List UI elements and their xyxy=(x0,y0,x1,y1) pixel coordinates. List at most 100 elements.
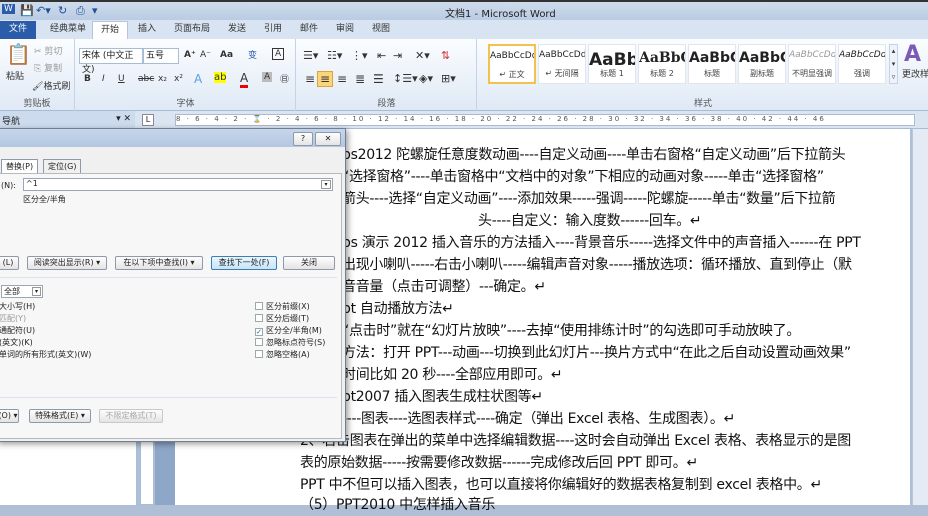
find-what-input[interactable]: ^1 ▾ xyxy=(23,178,333,191)
reading-highlight-button[interactable]: 阅读突出显示(R) ▾ xyxy=(27,256,107,270)
redo-icon[interactable]: ↻ xyxy=(58,4,67,17)
horizontal-ruler[interactable]: 8 · 6 · 4 · 2 · ⌛ · 2 · 4 · 6 · 8 · 10 ·… xyxy=(175,114,915,126)
chevron-down-icon[interactable]: ▾ xyxy=(32,287,41,296)
tab-stop-selector[interactable]: L xyxy=(142,114,154,126)
vertical-scrollbar[interactable] xyxy=(912,129,928,505)
change-styles-icon[interactable]: A xyxy=(904,42,921,67)
tab-page-layout[interactable]: 页面布局 xyxy=(166,21,218,39)
justify-icon[interactable]: ≣ xyxy=(355,72,365,86)
nav-close-icon[interactable]: ▾ ✕ xyxy=(116,114,131,124)
phonetic-guide-icon[interactable]: 变 xyxy=(248,48,257,61)
style-3[interactable]: AaBbC 标题 2 xyxy=(638,44,686,84)
customize-quick-access-icon[interactable]: ▾ xyxy=(92,4,98,17)
highlight-icon[interactable]: ab xyxy=(214,72,227,83)
find-next-button[interactable]: 查找下一处(F) xyxy=(211,256,277,270)
bold-button[interactable]: B xyxy=(84,74,91,84)
search-option-checkbox[interactable]: 区分前缀(X) xyxy=(255,301,310,312)
search-option-checkbox[interactable]: 忽略空格(A) xyxy=(255,349,310,360)
multilevel-list-icon[interactable]: ⋮▾ xyxy=(351,49,368,62)
borders-icon[interactable]: ⊞▾ xyxy=(441,72,456,85)
sort-icon[interactable]: ⇅ xyxy=(441,49,450,62)
style-4[interactable]: AaBbC 标题 xyxy=(688,44,736,84)
bullets-icon[interactable]: ☰▾ xyxy=(303,49,318,62)
font-size-select[interactable]: 五号 xyxy=(143,48,179,64)
find-history-dropdown-icon[interactable]: ▾ xyxy=(321,180,331,189)
style-5[interactable]: AaBbC 副标题 xyxy=(738,44,786,84)
dialog-close-button[interactable]: ✕ xyxy=(315,132,341,146)
search-option[interactable]: 匹配(Y) xyxy=(0,313,26,324)
style-0[interactable]: AaBbCcDd ↵ 正文 xyxy=(488,44,536,84)
align-center-icon[interactable]: ≡ xyxy=(317,71,334,87)
tab-goto[interactable]: 定位(G) xyxy=(43,159,82,173)
tab-file[interactable]: 文件 xyxy=(0,21,36,39)
checkbox[interactable] xyxy=(255,338,263,346)
grow-font-button[interactable]: A⁺ xyxy=(184,50,196,60)
style-6[interactable]: AaBbCcDd 不明显强调 xyxy=(788,44,836,84)
copy-button[interactable]: ⎘ 复制 xyxy=(34,61,62,74)
checkbox[interactable] xyxy=(255,350,263,358)
style-1[interactable]: AaBbCcDd ↵ 无间隔 xyxy=(538,44,586,84)
font-color-icon[interactable]: A xyxy=(240,71,249,88)
numbering-icon[interactable]: ☷▾ xyxy=(327,49,342,62)
font-name-select[interactable]: 宋体 (中文正文) xyxy=(79,48,143,75)
checkbox[interactable] xyxy=(255,314,263,322)
tab-references[interactable]: 引用 xyxy=(256,21,290,39)
search-option-checkbox[interactable]: ✓ 区分全/半角(M) xyxy=(255,325,322,336)
document-line: “选择窗格”----单击窗格中“文档中的对象”下相应的动画对象-----单击“选… xyxy=(342,169,824,185)
distributed-icon[interactable]: ☰ xyxy=(373,72,384,86)
special-button[interactable]: 特殊格式(E) ▾ xyxy=(29,409,91,423)
paste-button[interactable]: 粘贴 xyxy=(6,69,24,82)
style-2[interactable]: AaBb 标题 1 xyxy=(588,44,636,84)
enclose-characters-icon[interactable]: ㊐ xyxy=(280,72,289,85)
cut-button[interactable]: ✂ 剪切 xyxy=(34,44,62,57)
search-option[interactable]: (英文)(K) xyxy=(0,337,33,348)
dialog-title-bar[interactable]: ? ✕ xyxy=(0,129,345,147)
tab-view[interactable]: 视图 xyxy=(364,21,398,39)
search-option[interactable]: 大小写(H) xyxy=(0,301,35,312)
character-shading-icon[interactable]: A xyxy=(262,72,273,82)
find-in-button[interactable]: 在以下项中查找(I) ▾ xyxy=(115,256,203,270)
tab-send[interactable]: 发送 xyxy=(220,21,254,39)
tab-replace[interactable]: 替换(P) xyxy=(1,159,39,173)
tab-review[interactable]: 审阅 xyxy=(328,21,362,39)
search-direction-select[interactable]: 全部 ▾ xyxy=(1,285,43,298)
help-button[interactable]: ? xyxy=(293,132,313,146)
styles-scroll[interactable]: ▴ ▾ ▿ xyxy=(889,44,898,84)
close-button[interactable]: 关闭 xyxy=(283,256,335,270)
paste-icon[interactable]: 📋 xyxy=(6,42,31,66)
tab-home[interactable]: 开始 xyxy=(92,21,129,39)
checkbox[interactable] xyxy=(255,302,263,310)
undo-icon[interactable]: ↶▾ xyxy=(36,4,51,17)
align-left-icon[interactable]: ≡ xyxy=(305,72,315,86)
format-button[interactable]: (O) ▾ xyxy=(0,409,19,423)
tab-classic-menu[interactable]: 经典菜单 xyxy=(42,21,94,39)
change-styles-button[interactable]: 更改样式 xyxy=(902,67,928,80)
search-option[interactable]: 单词的所有形式(英文)(W) xyxy=(0,349,91,360)
save-icon[interactable]: 💾 xyxy=(20,4,34,17)
search-option-checkbox[interactable]: 忽略标点符号(S) xyxy=(255,337,325,348)
tab-insert[interactable]: 插入 xyxy=(130,21,164,39)
character-border-icon[interactable]: A xyxy=(272,48,285,60)
underline-button[interactable]: U xyxy=(118,74,125,84)
strikethrough-button[interactable]: abc xyxy=(138,74,154,84)
chinese-layout-icon[interactable]: ✕▾ xyxy=(415,49,430,62)
shrink-font-button[interactable]: A⁻ xyxy=(200,50,211,60)
align-right-icon[interactable]: ≡ xyxy=(337,72,347,86)
tab-mailings[interactable]: 邮件 xyxy=(292,21,326,39)
subscript-button[interactable]: x₂ xyxy=(158,74,167,84)
change-case-button[interactable]: Aa xyxy=(220,50,233,60)
decrease-indent-icon[interactable]: ⇤ xyxy=(377,49,386,62)
format-painter-button[interactable]: 🖌格式刷 xyxy=(32,79,70,92)
shading-icon[interactable]: ◈▾ xyxy=(419,72,433,85)
print-preview-icon[interactable]: ⎙ xyxy=(76,4,85,18)
line-spacing-icon[interactable]: ↕☰▾ xyxy=(393,72,418,85)
search-option-checkbox[interactable]: 区分后缀(T) xyxy=(255,313,309,324)
search-option[interactable]: 通配符(U) xyxy=(0,325,35,336)
style-7[interactable]: AaBbCcDd 强调 xyxy=(838,44,886,84)
italic-button[interactable]: I xyxy=(102,74,105,84)
text-effects-icon[interactable]: A xyxy=(194,72,202,86)
less-button[interactable]: (L) xyxy=(0,256,19,270)
increase-indent-icon[interactable]: ⇥ xyxy=(393,49,402,62)
checkbox[interactable]: ✓ xyxy=(255,328,263,336)
superscript-button[interactable]: x² xyxy=(174,74,183,84)
